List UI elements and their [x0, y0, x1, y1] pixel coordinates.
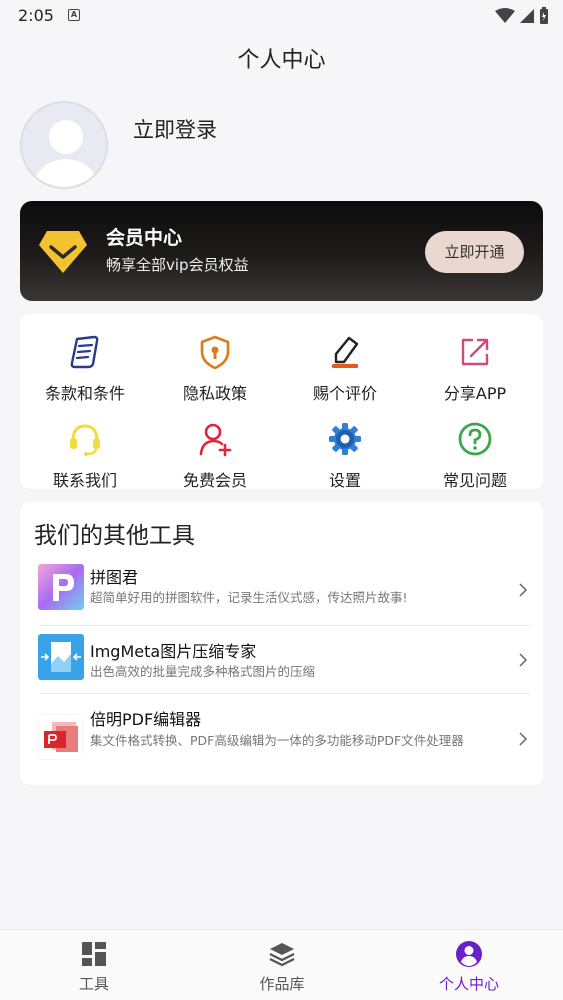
grid-item-terms[interactable]: 条款和条件 — [20, 322, 150, 403]
battery-icon — [540, 7, 548, 24]
function-grid: 条款和条件 隐私政策 赐个评价 分享APP 联系我们 免费会员 设置 常见问题 — [20, 314, 543, 490]
nav-label: 个人中心 — [438, 975, 499, 993]
share-icon — [461, 338, 489, 366]
shield-lock-icon — [200, 335, 230, 370]
imgmeta-app-icon — [38, 634, 84, 680]
avatar[interactable] — [20, 101, 108, 189]
vip-card[interactable]: 会员中心 畅享全部vip会员权益 立即开通 — [20, 201, 543, 301]
notification-icon: A — [68, 9, 80, 21]
grid-item-settings[interactable]: 设置 — [280, 409, 410, 490]
nav-label: 作品库 — [259, 975, 305, 993]
signal-icon — [520, 9, 534, 23]
tool-description: 超简单好用的拼图软件，记录生活仪式感，传达照片故事! — [90, 590, 408, 605]
question-icon — [458, 422, 492, 456]
nav-profile[interactable]: 个人中心 — [375, 930, 563, 1000]
grid-item-free-vip[interactable]: 免费会员 — [150, 409, 280, 490]
grid-item-label: 免费会员 — [182, 471, 247, 490]
grid-item-share[interactable]: 分享APP — [410, 322, 540, 403]
tool-description: 集文件格式转换、PDF高级编辑为一体的多功能移动PDF文件处理器 — [90, 733, 464, 748]
chevron-right-icon — [519, 732, 528, 746]
tool-title: 倍明PDF编辑器 — [90, 710, 202, 729]
chevron-right-icon — [519, 653, 528, 667]
grid-icon — [82, 942, 106, 966]
diamond-icon — [39, 231, 87, 273]
grid-item-label: 联系我们 — [52, 471, 117, 490]
headset-icon — [70, 424, 100, 456]
grid-item-rate[interactable]: 赐个评价 — [280, 322, 410, 403]
login-button[interactable]: 立即登录 — [133, 114, 217, 144]
wifi-icon — [495, 8, 515, 23]
section-heading: 我们的其他工具 — [34, 523, 195, 549]
grid-item-privacy[interactable]: 隐私政策 — [150, 322, 280, 403]
chevron-right-icon — [519, 583, 528, 597]
divider — [40, 625, 530, 626]
person-icon — [32, 120, 100, 187]
grid-item-label: 赐个评价 — [312, 384, 377, 403]
gear-icon — [329, 423, 361, 455]
pintujun-app-icon — [38, 564, 84, 610]
tool-item-pintujun[interactable]: 拼图君 超简单好用的拼图软件，记录生活仪式感，传达照片故事! — [38, 564, 530, 610]
tool-item-pdf-editor[interactable]: 倍明PDF编辑器 集文件格式转换、PDF高级编辑为一体的多功能移动PDF文件处理… — [38, 706, 530, 774]
grid-item-label: 设置 — [328, 471, 361, 490]
grid-item-label: 常见问题 — [442, 471, 507, 490]
status-time: 2:05 — [18, 6, 54, 25]
grid-item-label: 条款和条件 — [44, 384, 125, 403]
layers-icon — [269, 943, 295, 967]
nav-label: 工具 — [78, 975, 109, 993]
pdf-editor-app-icon — [38, 714, 84, 760]
bottom-navigation: 工具 作品库 个人中心 — [0, 929, 563, 1000]
pencil-icon — [332, 336, 359, 368]
grid-item-label: 隐私政策 — [182, 384, 247, 403]
tool-title: ImgMeta图片压缩专家 — [90, 642, 257, 661]
system-icons — [495, 7, 549, 25]
open-vip-button[interactable]: 立即开通 — [425, 231, 524, 273]
person-icon — [456, 941, 482, 967]
divider — [40, 693, 530, 694]
other-tools-card: 我们的其他工具 拼图君 超简单好用的拼图软件，记录生活仪式感，传达照片故事! I… — [20, 502, 543, 785]
add-user-icon — [199, 423, 232, 457]
page-title: 个人中心 — [237, 48, 326, 73]
tool-title: 拼图君 — [90, 568, 139, 587]
status-bar: 2:05 A — [0, 0, 563, 32]
nav-works[interactable]: 作品库 — [188, 930, 376, 1000]
tool-description: 出色高效的批量完成多种格式图片的压缩 — [90, 664, 316, 679]
grid-item-faq[interactable]: 常见问题 — [410, 409, 540, 490]
vip-title: 会员中心 — [106, 227, 183, 249]
nav-tools[interactable]: 工具 — [0, 930, 188, 1000]
grid-item-label: 分享APP — [443, 384, 507, 403]
tool-item-imgmeta[interactable]: ImgMeta图片压缩专家 出色高效的批量完成多种格式图片的压缩 — [38, 634, 530, 680]
document-icon — [70, 335, 99, 369]
grid-item-contact[interactable]: 联系我们 — [20, 409, 150, 490]
vip-subtitle: 畅享全部vip会员权益 — [106, 256, 249, 274]
